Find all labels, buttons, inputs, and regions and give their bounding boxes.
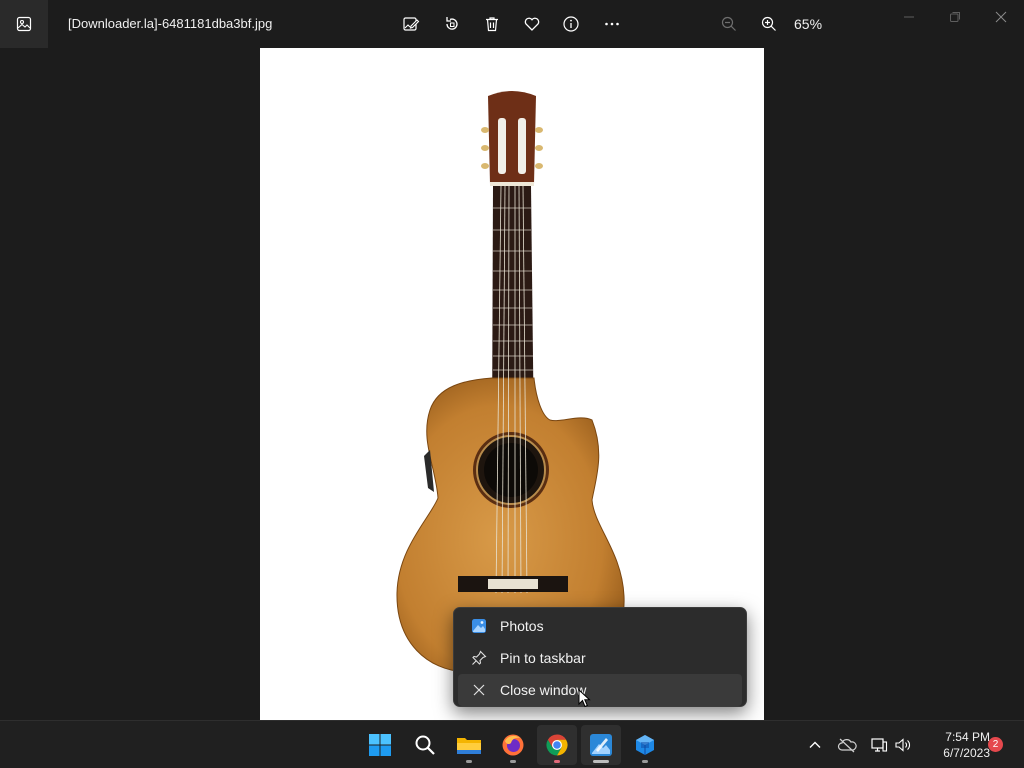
menu-item-label: Pin to taskbar <box>500 650 586 666</box>
delete-icon[interactable] <box>480 12 504 36</box>
taskbar-context-menu: Photos Pin to taskbar Close window <box>453 607 747 707</box>
running-indicator <box>554 760 560 763</box>
photos-app-icon <box>470 617 488 635</box>
clock-time: 7:54 PM <box>945 730 990 744</box>
start-icon[interactable] <box>360 725 400 765</box>
menu-item-label: Photos <box>500 618 544 634</box>
close-icon <box>470 681 488 699</box>
network-icon[interactable] <box>869 733 889 757</box>
menu-item-close-window[interactable]: Close window <box>458 674 742 706</box>
clock-date: 6/7/2023 <box>943 746 990 760</box>
firefox-icon[interactable] <box>493 725 533 765</box>
zoom-out-icon[interactable] <box>717 12 741 36</box>
photos-app-icon[interactable] <box>0 0 48 48</box>
volume-icon[interactable] <box>893 733 913 757</box>
onedrive-offline-icon[interactable] <box>837 733 857 757</box>
running-indicator <box>642 760 648 763</box>
info-icon[interactable] <box>559 12 583 36</box>
running-indicator <box>593 760 609 763</box>
edit-image-icon[interactable] <box>399 12 423 36</box>
menu-item-label: Close window <box>500 682 587 698</box>
file-explorer-icon[interactable] <box>449 725 489 765</box>
minimize-icon[interactable] <box>897 8 921 26</box>
chevron-up-icon[interactable] <box>805 733 825 757</box>
more-icon[interactable] <box>600 12 624 36</box>
close-window-icon[interactable] <box>989 8 1013 26</box>
restore-icon[interactable] <box>943 8 967 26</box>
menu-item-photos[interactable]: Photos <box>458 610 742 642</box>
zoom-in-icon[interactable] <box>757 12 781 36</box>
running-indicator <box>466 760 472 763</box>
notification-badge[interactable]: 2 <box>988 737 1003 752</box>
running-indicator <box>510 760 516 763</box>
zoom-level[interactable]: 65% <box>794 16 822 32</box>
menu-item-pin-to-taskbar[interactable]: Pin to taskbar <box>458 642 742 674</box>
search-icon[interactable] <box>405 725 445 765</box>
pin-icon <box>470 649 488 667</box>
rotate-icon[interactable] <box>440 12 464 36</box>
system-clock[interactable]: 7:54 PM 6/7/2023 <box>920 729 990 761</box>
taskbar: 7:54 PM 6/7/2023 <box>0 720 1024 768</box>
title-bar: [Downloader.la]-6481181dba3bf.jpg 65% <box>0 0 1024 48</box>
chrome-icon[interactable] <box>537 725 577 765</box>
python-box-icon[interactable] <box>625 725 665 765</box>
favorite-icon[interactable] <box>520 12 544 36</box>
mouse-cursor-icon <box>578 688 592 714</box>
window-title: [Downloader.la]-6481181dba3bf.jpg <box>68 16 273 31</box>
photos-icon[interactable] <box>581 725 621 765</box>
